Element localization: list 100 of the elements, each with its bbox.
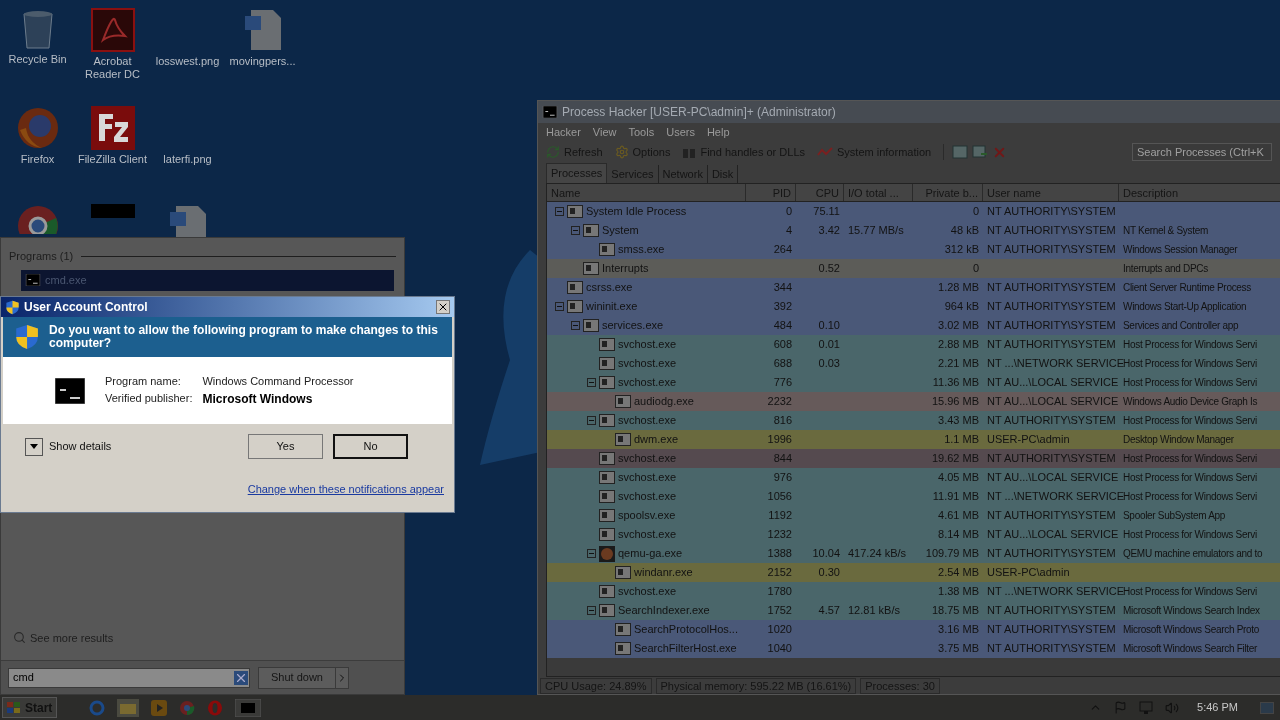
memory-cell: 312 kB bbox=[944, 243, 979, 256]
description-cell: Host Process for Windows Servi bbox=[1123, 377, 1257, 388]
window-title: Process Hacker [USER-PC\admin]+ (Administrator) bbox=[562, 104, 836, 121]
memory-cell: 2.54 MB bbox=[938, 566, 979, 579]
process-row[interactable]: svchost.exe 608 0.01 2.88 MB NT AUTHORITY\SYSTEM Host Process for Windows Servi bbox=[547, 335, 1280, 354]
desktop-icon-label[interactable]: laterfi.png bbox=[150, 153, 225, 166]
process-row[interactable]: Interrupts 0.52 0 Interrupts and DPCs bbox=[547, 259, 1280, 278]
description-cell: Host Process for Windows Servi bbox=[1123, 491, 1257, 502]
process-row[interactable]: svchost.exe 844 19.62 MB NT AUTHORITY\SYSTEM Host Process for Windows Servi bbox=[547, 449, 1280, 468]
desktop-icon-label[interactable]: movingpers... bbox=[225, 55, 300, 68]
process-row[interactable]: audiodg.exe 2232 15.96 MB NT AU...\LOCAL SERVICE Windows Audio Device Graph Is bbox=[547, 392, 1280, 411]
dialog-button[interactable]: No bbox=[333, 434, 408, 459]
dialog-button[interactable]: Yes bbox=[248, 434, 323, 459]
memory-cell: 19.62 MB bbox=[931, 452, 979, 465]
process-row[interactable]: SearchIndexer.exe 1752 4.57 12.81 kB/s 18.75 MB NT AUTHORITY\SYSTEM Microsoft Windows Search Index bbox=[547, 601, 1280, 620]
process-icon bbox=[583, 262, 599, 275]
process-row[interactable]: windanr.exe 2152 0.30 2.54 MB USER-PC\admin bbox=[547, 563, 1280, 582]
process-row[interactable]: spoolsv.exe 1192 4.61 MB NT AUTHORITY\SYSTEM Spooler SubSystem App bbox=[547, 506, 1280, 525]
see-more-link[interactable]: See more results bbox=[30, 629, 114, 646]
cpu-cell: 0.10 bbox=[818, 319, 840, 332]
menu-item[interactable]: Hacker bbox=[546, 123, 581, 141]
process-row[interactable]: qemu-ga.exe 1388 10.04 417.24 kB/s 109.79 MB NT AUTHORITY\SYSTEM QEMU machine emulators and to bbox=[547, 544, 1280, 563]
speaker-icon[interactable] bbox=[1165, 700, 1180, 715]
expander-icon[interactable] bbox=[555, 302, 564, 311]
cpu-cell: 0.52 bbox=[818, 262, 840, 275]
desktop-icon-label[interactable]: Firefox bbox=[0, 153, 75, 166]
process-row[interactable]: dwm.exe 1996 1.1 MB USER-PC\admin Desktop Window Manager bbox=[547, 430, 1280, 449]
clear-icon[interactable] bbox=[234, 670, 248, 685]
show-desktop-button[interactable] bbox=[1260, 701, 1274, 714]
process-row[interactable]: svchost.exe 776 11.36 MB NT AU...\LOCAL SERVICE Host Process for Windows Servi bbox=[547, 373, 1280, 392]
document-icon bbox=[242, 8, 283, 52]
user-cell: NT AUTHORITY\SYSTEM bbox=[987, 319, 1116, 332]
browser-icon[interactable] bbox=[89, 699, 106, 716]
user-cell: NT AU...\LOCAL SERVICE bbox=[987, 528, 1119, 541]
process-row[interactable]: svchost.exe 688 0.03 2.21 MB NT ...\NETWORK SERVICEHost Process for Windows Servi bbox=[547, 354, 1280, 373]
chrome-icon[interactable] bbox=[179, 699, 196, 716]
process-row[interactable]: SearchFilterHost.exe 1040 3.75 MB NT AUTHORITY\SYSTEM Microsoft Windows Search Filter bbox=[547, 639, 1280, 658]
menu-item[interactable]: Users bbox=[666, 123, 695, 141]
process-row[interactable]: svchost.exe 1780 1.38 MB NT ...\NETWORK SERVICEHost Process for Windows Servi bbox=[547, 582, 1280, 601]
close-icon[interactable] bbox=[436, 300, 450, 314]
terminal-icon[interactable] bbox=[235, 698, 262, 717]
memory-cell: 3.43 MB bbox=[938, 414, 979, 427]
search-field[interactable]: cmd bbox=[8, 667, 250, 688]
pid-cell: 1056 bbox=[767, 490, 792, 503]
process-row[interactable]: svchost.exe 1232 8.14 MB NT AU...\LOCAL SERVICE Host Process for Windows Servi bbox=[547, 525, 1280, 544]
process-row[interactable]: svchost.exe 976 4.05 MB NT AU...\LOCAL SERVICE Host Process for Windows Servi bbox=[547, 468, 1280, 487]
process-row[interactable]: SearchProtocolHos... 1020 3.16 MB NT AUTHORITY\SYSTEM Microsoft Windows Search Proto bbox=[547, 620, 1280, 639]
process-row[interactable]: wininit.exe 392 964 kB NT AUTHORITY\SYSTEM Windows Start-Up Application bbox=[547, 297, 1280, 316]
filezilla-icon bbox=[90, 106, 135, 150]
cpu-cell: 75.11 bbox=[813, 205, 840, 218]
search-result[interactable]: cmd.exe bbox=[21, 269, 394, 291]
flag-icon[interactable] bbox=[1114, 701, 1128, 714]
process-icon bbox=[599, 376, 615, 389]
name-cell-text: System bbox=[602, 223, 639, 239]
description-cell: Windows Audio Device Graph Is bbox=[1123, 396, 1258, 407]
folder-icon[interactable] bbox=[117, 698, 140, 717]
description-cell: Host Process for Windows Servi bbox=[1123, 472, 1257, 483]
process-row[interactable]: svchost.exe 816 3.43 MB NT AUTHORITY\SYSTEM Host Process for Windows Servi bbox=[547, 411, 1280, 430]
process-row[interactable]: svchost.exe 1056 11.91 MB NT ...\NETWORK SERVICEHost Process for Windows Servi bbox=[547, 487, 1280, 506]
process-row[interactable]: csrss.exe 344 1.28 MB NT AUTHORITY\SYSTEM Client Server Runtime Process bbox=[547, 278, 1280, 297]
pdf-icon bbox=[90, 8, 135, 52]
process-icon bbox=[615, 642, 631, 655]
pid-cell: 1020 bbox=[767, 623, 792, 636]
expander-icon[interactable] bbox=[587, 606, 596, 615]
user-cell: NT AU...\LOCAL SERVICE bbox=[987, 376, 1119, 389]
media-player-icon[interactable] bbox=[151, 699, 168, 716]
clock[interactable]: 5:46 PM bbox=[1197, 699, 1238, 716]
expander-icon[interactable] bbox=[571, 321, 580, 330]
name-cell-text: audiodg.exe bbox=[634, 394, 694, 410]
menu-item[interactable]: Tools bbox=[628, 123, 655, 141]
desktop-icon-label[interactable]: FileZilla Client bbox=[75, 153, 150, 166]
settings-link[interactable]: Change when these notifications appear bbox=[247, 481, 444, 498]
desktop-icon-label[interactable]: Recycle Bin bbox=[0, 53, 75, 66]
process-row[interactable]: System Idle Process 0 75.11 0 NT AUTHORITY\SYSTEM bbox=[547, 202, 1280, 221]
process-icon bbox=[583, 319, 599, 332]
search-field[interactable]: Search Processes (Ctrl+K bbox=[1132, 143, 1272, 161]
pid-cell: 264 bbox=[773, 243, 792, 256]
pid-cell: 1192 bbox=[768, 509, 792, 522]
pid-cell: 484 bbox=[773, 319, 792, 332]
io-cell: 12.81 kB/s bbox=[848, 604, 900, 617]
desktop-icon-label[interactable]: losswest.png bbox=[150, 55, 225, 68]
expander-icon[interactable] bbox=[555, 207, 564, 216]
uac-question: Do you want to allow the following program to make changes to this computer? bbox=[49, 324, 439, 350]
desktop-icon-label[interactable]: Acrobat Reader DC bbox=[75, 55, 150, 81]
terminal-icon bbox=[90, 204, 135, 218]
process-row[interactable]: services.exe 484 0.10 3.02 MB NT AUTHORITY\SYSTEM Services and Controller app bbox=[547, 316, 1280, 335]
window-icon[interactable] bbox=[952, 145, 969, 159]
process-row[interactable]: smss.exe 264 312 kB NT AUTHORITY\SYSTEM Windows Session Manager bbox=[547, 240, 1280, 259]
expander-icon[interactable] bbox=[571, 226, 580, 235]
network-icon[interactable] bbox=[1139, 701, 1154, 714]
details-toggle[interactable] bbox=[25, 437, 43, 456]
expander-icon[interactable] bbox=[587, 416, 596, 425]
expander-icon[interactable] bbox=[587, 378, 596, 387]
name-cell-text: svchost.exe bbox=[618, 451, 677, 467]
expander-icon[interactable] bbox=[587, 549, 596, 558]
process-row[interactable]: System 4 3.42 15.77 MB/s 48 kB NT AUTHORITY\SYSTEM NT Kernel & System bbox=[547, 221, 1280, 240]
menu-item[interactable]: View bbox=[592, 123, 617, 141]
caret-icon bbox=[30, 444, 38, 449]
menu-item[interactable]: Help bbox=[706, 123, 730, 141]
opera-icon[interactable] bbox=[207, 699, 224, 716]
